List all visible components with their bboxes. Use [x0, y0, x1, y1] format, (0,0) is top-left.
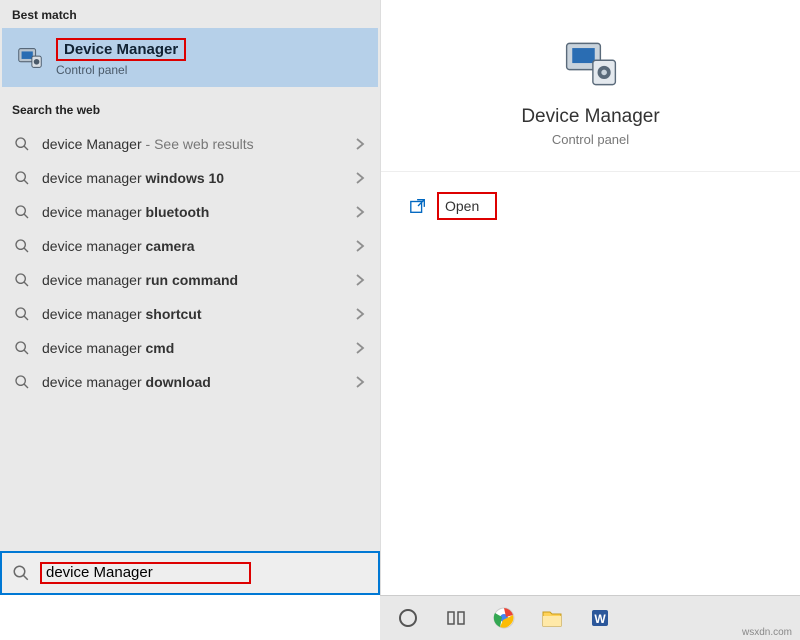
suggestion-item[interactable]: device manager shortcut	[0, 297, 380, 331]
open-icon	[409, 197, 427, 215]
suggestion-list: device Manager - See web results device m…	[0, 127, 380, 399]
search-icon	[14, 204, 30, 220]
suggestion-label: device manager run command	[42, 272, 342, 288]
best-match-text: Device Manager Control panel	[56, 38, 186, 77]
search-icon	[14, 340, 30, 356]
search-web-header: Search the web	[0, 95, 380, 123]
search-bar[interactable]	[0, 551, 380, 595]
suggestion-label: device manager windows 10	[42, 170, 342, 186]
chevron-right-icon	[354, 274, 366, 286]
word-icon[interactable]: W	[580, 598, 620, 638]
chevron-right-icon	[354, 376, 366, 388]
detail-title: Device Manager	[521, 106, 659, 128]
watermark: wsxdn.com	[742, 627, 792, 638]
suggestion-label: device manager camera	[42, 238, 342, 254]
taskbar: W	[380, 595, 800, 640]
search-results-pane: Best match Device Manager Control panel …	[0, 0, 380, 595]
search-icon	[12, 564, 30, 582]
best-match-title: Device Manager	[56, 38, 186, 61]
best-match-subtitle: Control panel	[56, 63, 186, 77]
chevron-right-icon	[354, 342, 366, 354]
file-explorer-icon[interactable]	[532, 598, 572, 638]
search-icon	[14, 170, 30, 186]
chevron-right-icon	[354, 138, 366, 150]
suggestion-item[interactable]: device manager windows 10	[0, 161, 380, 195]
cortana-icon[interactable]	[388, 598, 428, 638]
search-icon	[14, 374, 30, 390]
task-view-icon[interactable]	[436, 598, 476, 638]
detail-header: Device Manager Control panel	[381, 0, 800, 172]
chevron-right-icon	[354, 172, 366, 184]
suggestion-label: device manager shortcut	[42, 306, 342, 322]
best-match-item[interactable]: Device Manager Control panel	[2, 28, 378, 87]
chrome-icon[interactable]	[484, 598, 524, 638]
suggestion-item[interactable]: device Manager - See web results	[0, 127, 380, 161]
open-action[interactable]: Open	[381, 172, 800, 240]
suggestion-label: device manager download	[42, 374, 342, 390]
search-icon	[14, 136, 30, 152]
open-label: Open	[437, 192, 497, 220]
suggestion-item[interactable]: device manager camera	[0, 229, 380, 263]
suggestion-label: device Manager - See web results	[42, 136, 342, 152]
suggestion-label: device manager bluetooth	[42, 204, 342, 220]
chevron-right-icon	[354, 308, 366, 320]
search-icon	[14, 272, 30, 288]
suggestion-item[interactable]: device manager download	[0, 365, 380, 399]
detail-subtitle: Control panel	[552, 132, 629, 147]
device-manager-icon	[561, 36, 621, 92]
search-icon	[14, 238, 30, 254]
suggestion-item[interactable]: device manager cmd	[0, 331, 380, 365]
best-match-header: Best match	[0, 0, 380, 28]
detail-pane: Device Manager Control panel Open	[380, 0, 800, 595]
search-input[interactable]	[46, 564, 245, 581]
chevron-right-icon	[354, 206, 366, 218]
suggestion-label: device manager cmd	[42, 340, 342, 356]
device-manager-icon	[14, 42, 46, 74]
svg-text:W: W	[594, 612, 606, 626]
suggestion-item[interactable]: device manager run command	[0, 263, 380, 297]
chevron-right-icon	[354, 240, 366, 252]
search-icon	[14, 306, 30, 322]
suggestion-item[interactable]: device manager bluetooth	[0, 195, 380, 229]
